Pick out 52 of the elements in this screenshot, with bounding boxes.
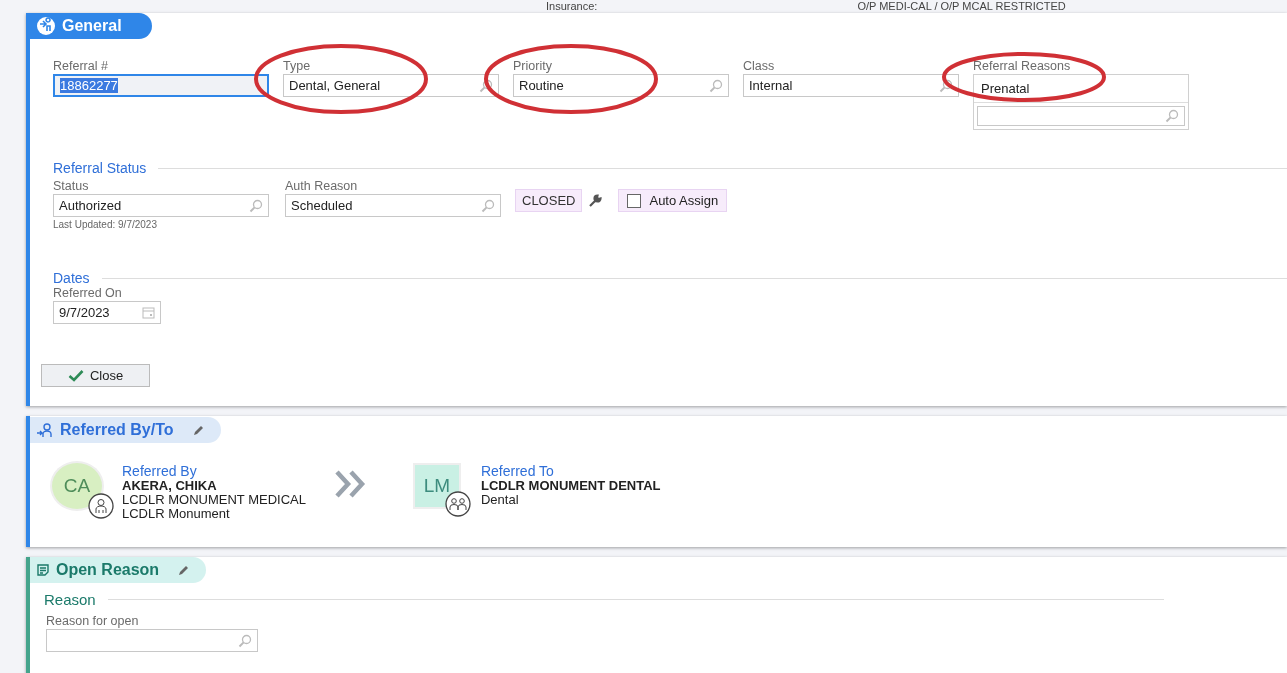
open-reason-tab[interactable]: Open Reason [30, 557, 207, 583]
pencil-icon[interactable] [177, 563, 191, 577]
reason-item[interactable]: Prenatal [974, 75, 1188, 103]
field-label: Class [743, 59, 776, 73]
party-heading: Referred By [122, 463, 198, 479]
search-icon[interactable] [479, 78, 493, 93]
wrench-icon[interactable] [588, 194, 603, 208]
checkbox[interactable] [627, 193, 642, 208]
search-icon[interactable] [939, 78, 953, 93]
note-icon [36, 563, 50, 577]
last-updated-note: Last Updated: 9/7/2023 [53, 219, 158, 230]
field-label: Auth Reason [285, 179, 359, 193]
group-icon [444, 491, 471, 517]
person-icon [88, 493, 114, 519]
auto-assign-checkbox[interactable]: Auto Assign [618, 189, 728, 212]
date-field[interactable]: 9/7/2023 [53, 301, 161, 324]
checkmark-icon [67, 369, 84, 382]
party-detail: LCDLR MONUMENT DENTAL [480, 479, 661, 493]
referred-tab[interactable]: Referred By/To [30, 417, 221, 443]
lookup-field[interactable]: Routine [513, 74, 729, 97]
lookup-field[interactable] [977, 105, 1185, 126]
lookup-field[interactable]: Dental, General [283, 74, 499, 97]
field-label: Priority [513, 59, 553, 73]
party-detail: AKERA, CHIKA [122, 479, 218, 493]
lookup-field[interactable] [46, 629, 258, 652]
close-button[interactable]: Close [41, 364, 150, 387]
lookup-field[interactable]: Authorized [53, 194, 269, 217]
party-heading: Referred To [480, 463, 555, 479]
field-label: Status [53, 179, 90, 193]
field-label: Referral Reasons [973, 59, 1072, 73]
input-field[interactable]: 18862277 [53, 74, 269, 97]
lookup-field[interactable]: Scheduled [285, 194, 501, 217]
insurance-value: O/P MEDI-CAL / O/P MCAL RESTRICTED [857, 0, 1066, 13]
general-tab[interactable]: General [30, 13, 152, 39]
field-label: Referral # [53, 59, 109, 73]
pencil-icon[interactable] [191, 423, 205, 437]
party-detail: LCDLR Monument [122, 507, 231, 521]
section-title: Dates [53, 270, 90, 286]
status-badge: CLOSED [515, 189, 583, 212]
lookup-field[interactable]: Internal [743, 74, 959, 97]
party-detail: LCDLR MONUMENT MEDICAL [122, 493, 306, 507]
party-detail: Dental [480, 493, 520, 507]
referral-icon [36, 16, 56, 36]
double-chevron-icon [333, 469, 368, 499]
insurance-label: Insurance: [546, 0, 598, 13]
section-title: Referral Status [53, 160, 147, 176]
field-label: Reason for open [46, 614, 140, 628]
person-arrow-icon [36, 422, 54, 438]
section-title: Reason [44, 591, 96, 608]
field-label: Referred On [53, 286, 123, 300]
calendar-icon[interactable] [142, 306, 155, 319]
field-label: Type [283, 59, 312, 73]
